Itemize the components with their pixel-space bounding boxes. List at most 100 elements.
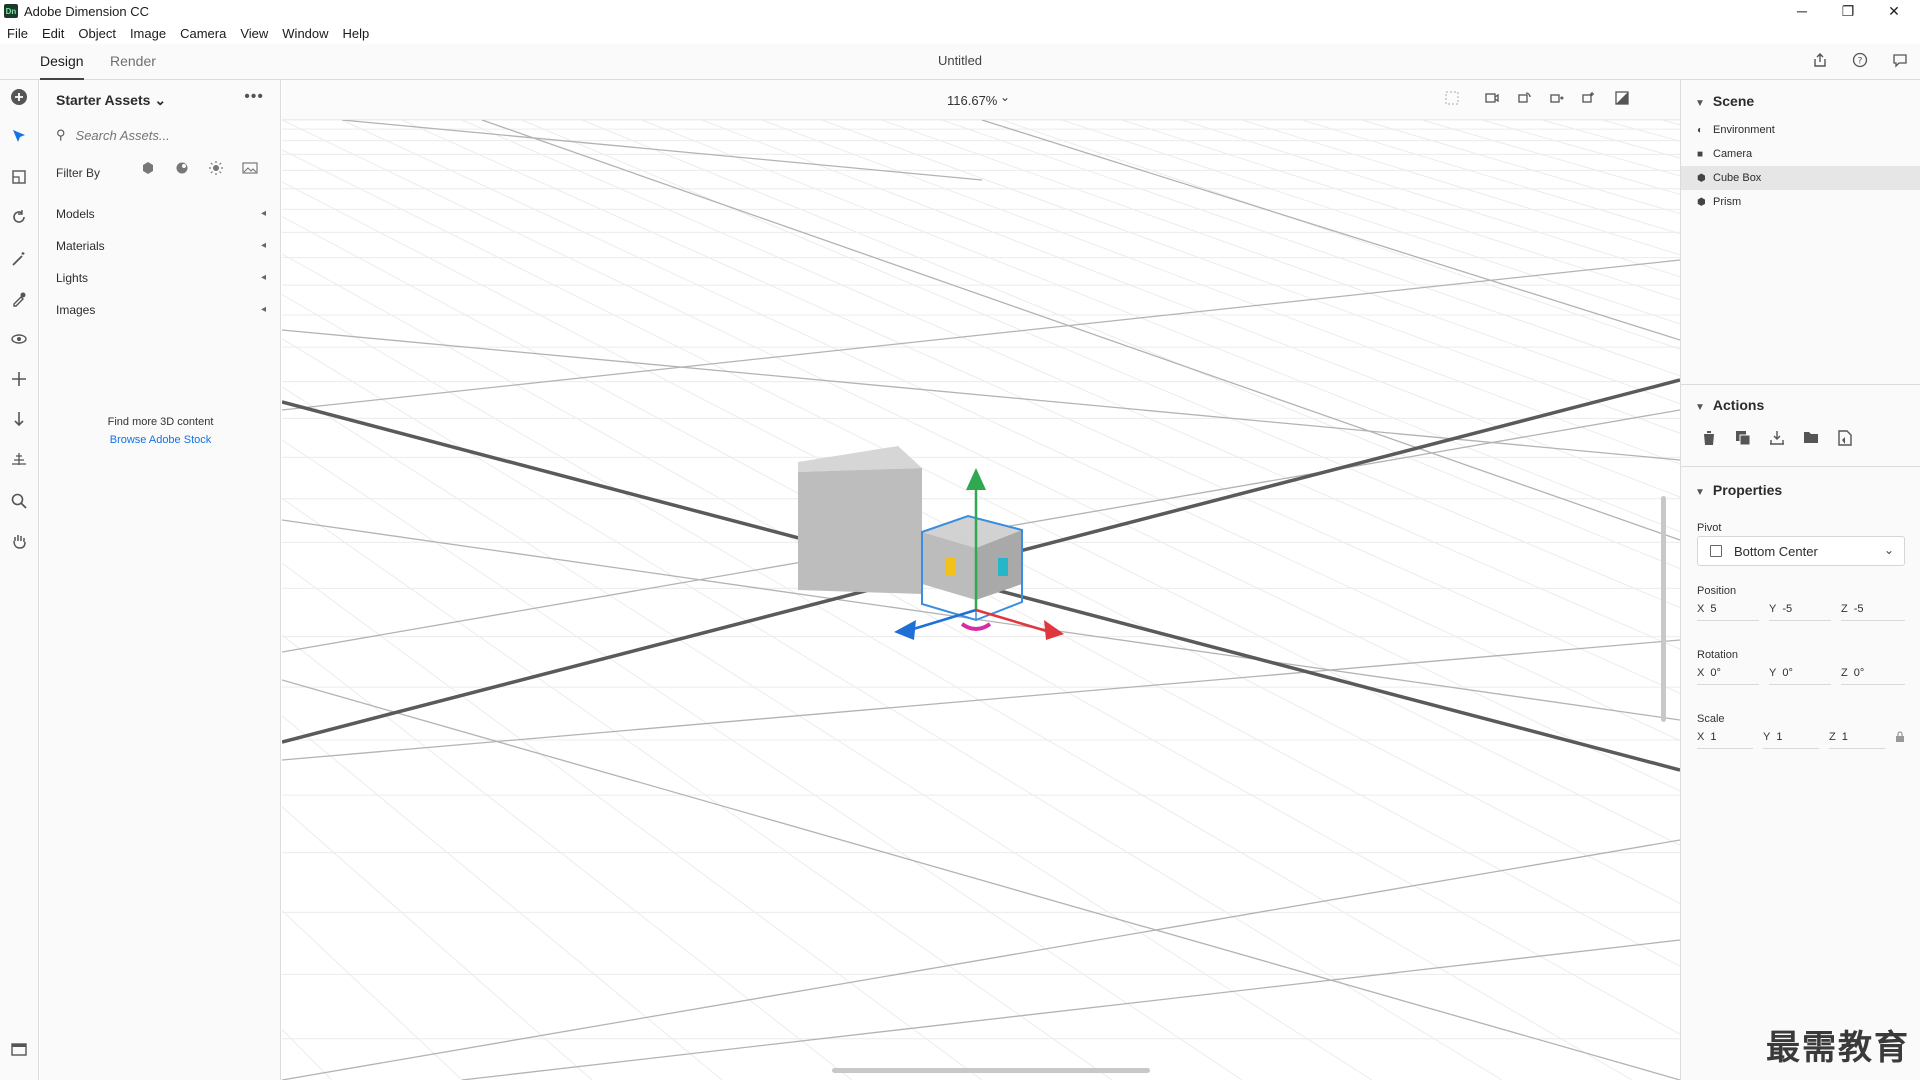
frame-tool-icon[interactable] (7, 168, 31, 192)
assets-panel: Starter Assets ⌄ ••• ⚲ Filter By Models … (40, 80, 281, 1080)
pivot-label: Pivot (1697, 522, 1722, 534)
filter-models-icon[interactable] (138, 161, 158, 181)
category-label: Materials (56, 239, 105, 253)
orbit-tool-icon[interactable] (7, 330, 31, 354)
share-icon[interactable] (1810, 52, 1830, 72)
more-options-icon[interactable]: ••• (244, 88, 264, 106)
magic-wand-icon[interactable] (7, 250, 31, 274)
camera-pan-icon[interactable] (1546, 90, 1566, 110)
hand-icon[interactable] (7, 532, 31, 556)
add-icon[interactable] (7, 88, 31, 112)
render-preview-icon[interactable] (1612, 90, 1632, 110)
menu-bar: File Edit Object Image Camera View Windo… (0, 22, 376, 44)
chevron-down-icon: ⌄ (154, 92, 167, 108)
panel-toggle-icon[interactable] (7, 1040, 31, 1064)
rotation-label: Rotation (1697, 649, 1738, 661)
title-bar: Dn Adobe Dimension CC ─ ❐ ✕ (0, 0, 1920, 22)
camera-view-icon[interactable] (1482, 90, 1502, 110)
feedback-icon[interactable] (1890, 52, 1910, 72)
filter-images-icon[interactable] (240, 161, 260, 181)
select-tool-icon[interactable] (7, 128, 31, 152)
menu-image[interactable]: Image (123, 26, 173, 41)
vertical-scrollbar[interactable] (1661, 496, 1666, 722)
pivot-icon (1710, 545, 1722, 557)
filter-label: Filter By (56, 166, 101, 180)
properties-section-header[interactable]: ▼ Properties (1695, 482, 1782, 498)
scene-item-cube-box[interactable]: ⬢ Cube Box (1681, 166, 1920, 190)
scale-x-field[interactable]: X1 (1697, 731, 1753, 749)
restore-button[interactable]: ❐ (1826, 0, 1870, 22)
canvas-viewport[interactable]: 116.67% ⌄ (282, 80, 1680, 1080)
chevron-down-icon: ▼ (1695, 98, 1705, 109)
scene-item-label: Environment (1713, 124, 1775, 136)
rotation-y-field[interactable]: Y 0° (1769, 667, 1831, 685)
close-button[interactable]: ✕ (1872, 0, 1916, 22)
horizontal-scrollbar[interactable] (832, 1068, 1150, 1073)
zoom-level[interactable]: 116.67% (947, 93, 997, 108)
export-icon[interactable] (1835, 430, 1855, 450)
assets-library-dropdown[interactable]: Starter Assets ⌄ (56, 92, 166, 109)
browse-adobe-stock-link[interactable]: Browse Adobe Stock (40, 434, 281, 446)
scene-item-prism[interactable]: ⬢ Prism (1681, 190, 1920, 214)
caret-left-icon: ◂ (260, 208, 266, 219)
3d-scene[interactable] (282, 80, 1680, 1080)
camera-orbit-icon[interactable] (1514, 90, 1534, 110)
asset-search: ⚲ (56, 124, 266, 146)
find-more-text: Find more 3D content (107, 416, 214, 428)
scene-item-camera[interactable]: ■ Camera (1681, 142, 1920, 166)
help-icon[interactable]: ? (1850, 52, 1870, 72)
camera-dolly-icon[interactable] (1578, 90, 1598, 110)
viewport-toolbar: 116.67% ⌄ (282, 80, 1680, 120)
search-icon: ⚲ (56, 127, 66, 142)
scale-y-field[interactable]: Y1 (1763, 731, 1819, 749)
minimize-button[interactable]: ─ (1780, 0, 1824, 22)
chevron-down-icon: ▼ (1695, 402, 1705, 413)
menu-window[interactable]: Window (275, 26, 335, 41)
dolly-tool-icon[interactable] (7, 410, 31, 434)
position-y-field[interactable]: Y -5 (1769, 603, 1831, 621)
svg-text:?: ? (1858, 57, 1863, 67)
delete-icon[interactable] (1699, 430, 1719, 450)
rotate-tool-icon[interactable] (7, 208, 31, 232)
duplicate-icon[interactable] (1733, 430, 1753, 450)
category-models[interactable]: Models ◂ (56, 204, 266, 224)
pivot-select[interactable]: Bottom Center ⌄ (1697, 536, 1905, 566)
actions-section-header[interactable]: ▼ Actions (1695, 397, 1764, 413)
scale-z-field[interactable]: Z1 (1829, 731, 1885, 749)
app-logo: Dn (4, 4, 18, 18)
eyedropper-icon[interactable] (7, 290, 31, 314)
model-icon: ⬢ (1697, 197, 1706, 208)
position-x-field[interactable]: X5 (1697, 603, 1759, 621)
menu-edit[interactable]: Edit (35, 26, 71, 41)
horizon-tool-icon[interactable] (7, 450, 31, 474)
search-input[interactable] (73, 126, 254, 144)
menu-file[interactable]: File (0, 26, 35, 41)
zoom-icon[interactable] (7, 492, 31, 516)
pan-move-icon[interactable] (7, 370, 31, 394)
drop-to-ground-icon[interactable] (1767, 430, 1787, 450)
lock-icon[interactable] (1895, 731, 1909, 745)
filter-materials-icon[interactable] (172, 161, 192, 181)
category-images[interactable]: Images ◂ (56, 300, 266, 320)
prism-model[interactable] (798, 446, 922, 594)
position-z-field[interactable]: Z -5 (1841, 603, 1905, 621)
rotation-x-field[interactable]: X 0° (1697, 667, 1759, 685)
category-lights[interactable]: Lights ◂ (56, 268, 266, 288)
menu-view[interactable]: View (233, 26, 275, 41)
menu-object[interactable]: Object (71, 26, 123, 41)
filter-lights-icon[interactable] (206, 161, 226, 181)
app-title: Adobe Dimension CC (24, 3, 150, 19)
rotation-z-field[interactable]: Z 0° (1841, 667, 1905, 685)
category-label: Images (56, 303, 96, 317)
tool-rail (0, 80, 39, 1080)
scene-item-label: Cube Box (1713, 172, 1762, 184)
category-materials[interactable]: Materials ◂ (56, 236, 266, 256)
scene-item-environment[interactable]: ◐ Environment (1681, 118, 1920, 142)
group-folder-icon[interactable] (1801, 430, 1821, 450)
frame-selection-icon[interactable] (1442, 90, 1462, 110)
watermark-text: 最需教育 (1766, 1028, 1910, 1068)
chevron-down-icon[interactable]: ⌄ (1000, 90, 1010, 104)
menu-camera[interactable]: Camera (173, 26, 233, 41)
menu-help[interactable]: Help (336, 26, 377, 41)
scene-section-header[interactable]: ▼ Scene (1695, 93, 1754, 109)
